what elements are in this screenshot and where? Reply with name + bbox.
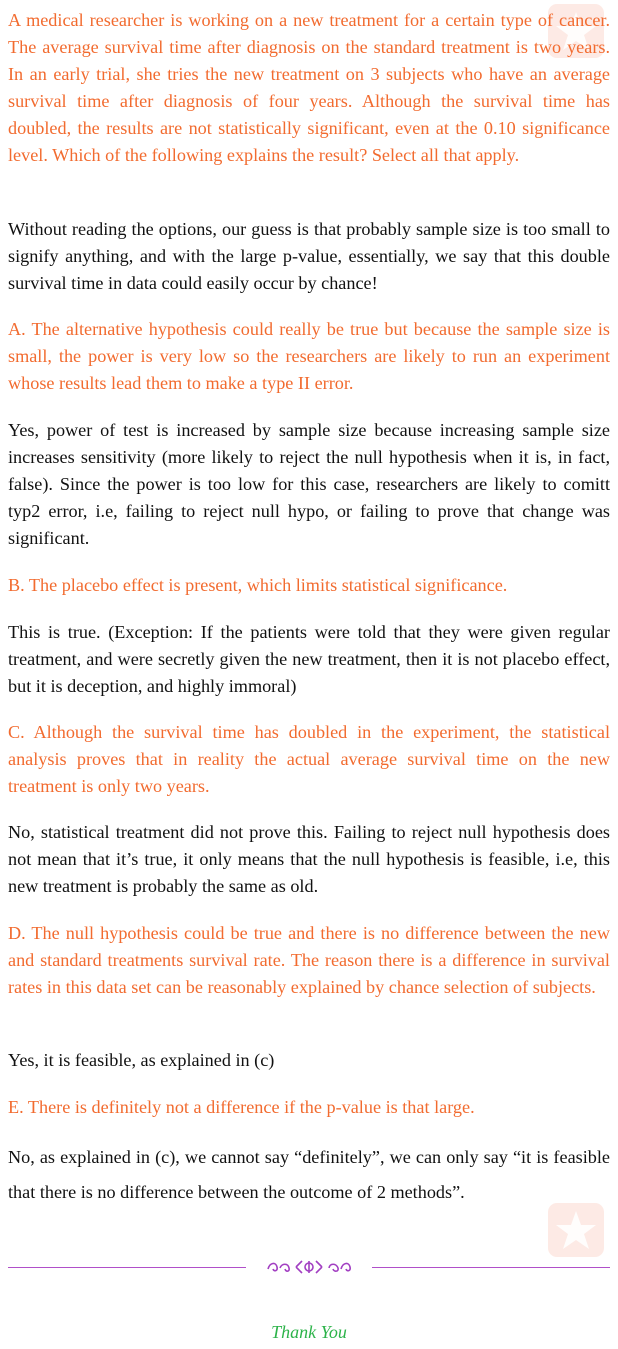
option-c: C. Although the survival time has double… <box>8 722 610 796</box>
answer-a: Yes, power of test is increased by sampl… <box>8 420 610 548</box>
divider-line-right <box>372 1267 610 1268</box>
answer-c: No, statistical treatment did not prove … <box>8 822 610 896</box>
watermark-star-icon <box>548 1203 604 1257</box>
floral-ornament-icon <box>264 1256 354 1278</box>
option-d: D. The null hypothesis could be true and… <box>8 923 610 997</box>
answer-e: No, as explained in (c), we cannot say “… <box>8 1147 610 1202</box>
answer-b: This is true. (Exception: If the patient… <box>8 622 610 696</box>
divider-line-left <box>8 1267 246 1268</box>
option-e: E. There is definitely not a difference … <box>8 1097 475 1117</box>
thank-you-footer: Thank You <box>271 1322 347 1342</box>
option-a: A. The alternative hypothesis could real… <box>8 319 610 393</box>
initial-guess: Without reading the options, our guess i… <box>8 219 610 293</box>
option-b: B. The placebo effect is present, which … <box>8 575 508 595</box>
answer-d: Yes, it is feasible, as explained in (c) <box>8 1050 275 1070</box>
question-intro: A medical researcher is working on a new… <box>8 10 610 165</box>
